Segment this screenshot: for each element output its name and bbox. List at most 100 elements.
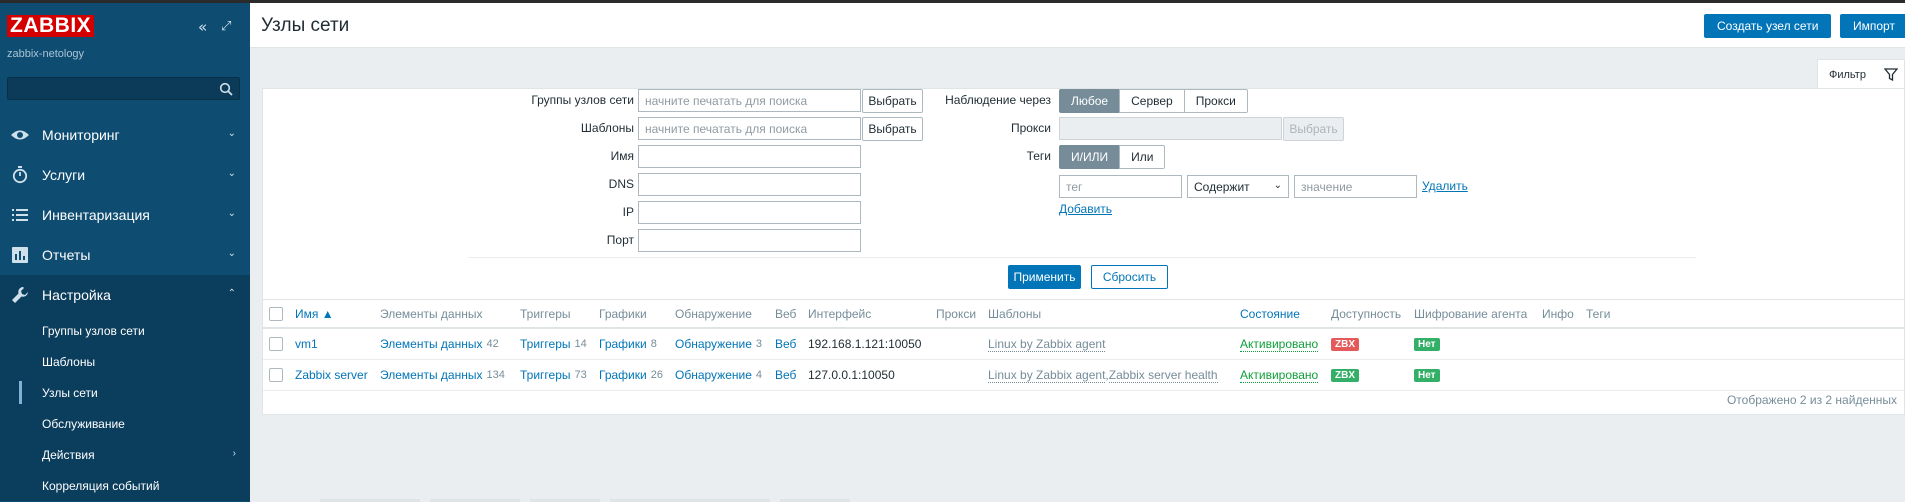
submenu-item-actions[interactable]: Действия › xyxy=(0,439,250,470)
host-groups-label: Группы узлов сети xyxy=(531,93,634,107)
templates-input[interactable] xyxy=(638,117,861,140)
status-toggle-link[interactable]: Активировано xyxy=(1240,368,1319,383)
filter-tab-label: Фильтр xyxy=(1829,68,1866,81)
monitored-by-label: Наблюдение через xyxy=(945,93,1051,107)
select-all-checkbox[interactable] xyxy=(269,306,283,321)
filter-divider xyxy=(468,257,1696,258)
row-checkbox[interactable] xyxy=(269,368,283,382)
web-link[interactable]: Веб xyxy=(775,329,796,359)
column-header-availability: Доступность xyxy=(1331,306,1402,321)
submenu-item-templates[interactable]: Шаблоны xyxy=(0,346,250,377)
templates-cell: Linux by Zabbix agent, Zabbix server hea… xyxy=(988,360,1218,390)
search-icon[interactable] xyxy=(219,82,233,96)
proxy-input[interactable] xyxy=(1059,117,1282,140)
menu-item-services[interactable]: Услуги ⌄ xyxy=(0,155,250,195)
items-link[interactable]: Элементы данных xyxy=(380,337,482,351)
triggers-link[interactable]: Триггеры xyxy=(520,368,571,382)
apply-filter-button[interactable]: Применить xyxy=(1008,265,1081,289)
status-toggle-link[interactable]: Активировано xyxy=(1240,337,1319,352)
wrench-icon xyxy=(10,285,30,305)
tags-or-option[interactable]: Или xyxy=(1119,145,1166,169)
submenu-item-event-correlation[interactable]: Корреляция событий xyxy=(0,470,250,501)
main-menu: Мониторинг ⌄ Услуги ⌄ Инвентаризация ⌄ О… xyxy=(0,115,250,501)
remove-tag-link[interactable]: Удалить xyxy=(1422,179,1468,193)
menu-item-reports[interactable]: Отчеты ⌄ xyxy=(0,235,250,275)
dns-input[interactable] xyxy=(638,173,861,196)
interface-value: 192.168.1.121:10050 xyxy=(808,337,922,351)
encryption-badge: Нет xyxy=(1414,337,1440,351)
template-link[interactable]: Linux by Zabbix agent xyxy=(988,368,1106,383)
templates-cell: Linux by Zabbix agent xyxy=(988,329,1106,359)
template-link[interactable]: Linux by Zabbix agent xyxy=(988,337,1106,352)
graphs-cell: Графики 8 xyxy=(599,329,657,359)
templates-label: Шаблоны xyxy=(580,121,634,135)
column-header-triggers: Триггеры xyxy=(520,306,571,321)
chart-icon xyxy=(10,245,30,265)
menu-item-monitoring[interactable]: Мониторинг ⌄ xyxy=(0,115,250,155)
triggers-count: 73 xyxy=(574,369,587,381)
zabbix-logo[interactable]: ZABBIX xyxy=(7,15,95,37)
web-link[interactable]: Веб xyxy=(775,360,796,390)
filter-tab[interactable]: Фильтр xyxy=(1817,59,1905,89)
monitored-by-server-option[interactable]: Сервер xyxy=(1119,89,1185,113)
collapse-sidebar-icon[interactable]: « xyxy=(198,18,207,36)
discovery-link[interactable]: Обнаружение xyxy=(675,337,752,351)
host-name-link[interactable]: Zabbix server xyxy=(295,360,368,390)
reset-filter-button[interactable]: Сбросить xyxy=(1091,265,1168,289)
chevron-down-icon: ⌄ xyxy=(227,168,236,179)
column-header-proxy: Прокси xyxy=(936,306,977,321)
status-cell: Активировано xyxy=(1240,329,1319,359)
filter-icon xyxy=(1884,68,1898,81)
create-host-button[interactable]: Создать узел сети xyxy=(1704,14,1832,38)
tag-operator-select[interactable]: Содержит ⌄ xyxy=(1187,175,1289,198)
host-groups-input[interactable] xyxy=(638,89,861,112)
menu-item-inventory[interactable]: Инвентаризация ⌄ xyxy=(0,195,250,235)
submenu-item-maintenance[interactable]: Обслуживание xyxy=(0,408,250,439)
graphs-link[interactable]: Графики xyxy=(599,337,647,351)
add-tag-link[interactable]: Добавить xyxy=(1059,202,1112,216)
chevron-down-icon: ⌄ xyxy=(227,248,236,259)
name-input[interactable] xyxy=(638,145,861,168)
sidebar-search-input[interactable] xyxy=(7,77,240,100)
row-checkbox[interactable] xyxy=(269,337,283,351)
kiosk-mode-icon[interactable]: ⤢ xyxy=(221,19,231,34)
zbx-availability-badge[interactable]: ZBX xyxy=(1331,337,1359,351)
monitored-by-any-option[interactable]: Любое xyxy=(1059,89,1121,113)
proxy-select-button[interactable]: Выбрать xyxy=(1283,117,1344,141)
proxy-label: Прокси xyxy=(1010,121,1051,135)
import-button[interactable]: Импорт xyxy=(1840,14,1905,38)
items-link[interactable]: Элементы данных xyxy=(380,368,482,382)
chevron-up-icon: ⌃ xyxy=(227,288,236,299)
column-header-name[interactable]: Имя ▲ xyxy=(295,300,334,327)
triggers-link[interactable]: Триггеры xyxy=(520,337,571,351)
ip-input[interactable] xyxy=(638,201,861,224)
tags-and-or-option[interactable]: И/ИЛИ xyxy=(1059,145,1121,169)
zbx-availability-badge[interactable]: ZBX xyxy=(1331,368,1359,382)
menu-label: Отчеты xyxy=(42,247,91,263)
menu-item-configuration[interactable]: Настройка ⌃ xyxy=(0,275,250,315)
triggers-cell: Триггеры 14 xyxy=(520,329,587,359)
dns-label: DNS xyxy=(608,177,634,191)
availability-cell: ZBX xyxy=(1331,360,1359,390)
column-header-status[interactable]: Состояние xyxy=(1240,300,1300,327)
graphs-link[interactable]: Графики xyxy=(599,368,647,382)
tag-name-input[interactable] xyxy=(1059,175,1182,198)
tags-label: Теги xyxy=(1026,149,1051,163)
submenu-item-host-groups[interactable]: Группы узлов сети xyxy=(0,315,250,346)
submenu-item-hosts[interactable]: Узлы сети xyxy=(0,377,250,408)
templates-select-button[interactable]: Выбрать xyxy=(862,117,923,141)
template-link[interactable]: Zabbix server health xyxy=(1108,368,1218,383)
chevron-down-icon: ⌄ xyxy=(227,128,236,139)
items-count: 134 xyxy=(486,369,505,381)
discovery-cell: Обнаружение 4 xyxy=(675,360,762,390)
discovery-link[interactable]: Обнаружение xyxy=(675,368,752,382)
host-groups-select-button[interactable]: Выбрать xyxy=(862,89,923,113)
tag-value-input[interactable] xyxy=(1294,175,1417,198)
host-name-link[interactable]: vm1 xyxy=(295,329,318,359)
monitored-by-proxy-option[interactable]: Прокси xyxy=(1183,89,1248,113)
menu-label: Настройка xyxy=(42,287,111,303)
server-name: zabbix-netology xyxy=(7,48,85,60)
port-input[interactable] xyxy=(638,229,861,252)
items-cell: Элементы данных 134 xyxy=(380,360,505,390)
configuration-submenu: Группы узлов сети Шаблоны Узлы сети Обсл… xyxy=(0,315,250,501)
